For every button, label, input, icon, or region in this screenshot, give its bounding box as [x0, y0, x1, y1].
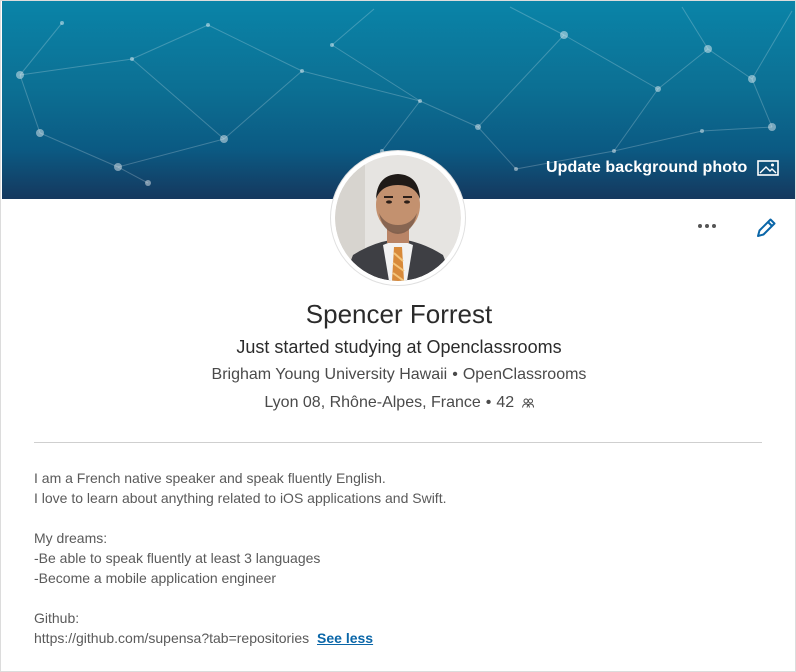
about-line: -Be able to speak fluently at least 3 la…	[34, 550, 321, 566]
about-summary: I am a French native speaker and speak f…	[34, 468, 774, 648]
separator-dot: •	[485, 394, 492, 411]
pencil-icon	[757, 218, 776, 237]
profile-name: Spencer Forrest	[305, 299, 493, 329]
profile-headline: Just started studying at Openclassrooms	[236, 337, 562, 357]
section-divider	[34, 442, 762, 443]
update-background-label: Update background photo	[546, 159, 748, 176]
about-line: -Become a mobile application engineer	[34, 570, 277, 586]
about-line: My dreams:	[34, 530, 108, 546]
about-line	[34, 508, 774, 528]
education-school-2[interactable]: OpenClassrooms	[463, 366, 587, 383]
education-line: Brigham Young University Hawaii • OpenClas…	[1, 366, 796, 384]
see-less-link[interactable]: See less	[317, 630, 373, 646]
ellipsis-dot	[705, 224, 709, 228]
profile-location: Lyon 08, Rhône-Alpes, France	[264, 394, 481, 411]
profile-photo	[335, 155, 461, 281]
ellipsis-dot	[712, 224, 716, 228]
ellipsis-icon	[698, 224, 702, 228]
more-actions-button[interactable]	[693, 215, 721, 237]
avatar[interactable]	[331, 151, 465, 285]
profile-card: Update background photo Spencer Forrest …	[0, 0, 796, 672]
education-school-1[interactable]: Brigham Young University Hawaii	[212, 366, 448, 383]
location-line: Lyon 08, Rhône-Alpes, France • 42	[1, 394, 796, 412]
about-line	[34, 588, 774, 608]
about-line: I am a French native speaker and speak f…	[34, 470, 386, 486]
about-line: Github:	[34, 610, 80, 626]
update-background-photo-button[interactable]: Update background photo	[546, 157, 780, 179]
connections-icon	[521, 398, 534, 408]
connections-count[interactable]: 42	[496, 394, 514, 411]
about-line: I love to learn about anything related t…	[34, 490, 447, 506]
about-github-line: https://github.com/supensa?tab=repositor…	[34, 628, 774, 648]
edit-profile-button[interactable]	[753, 215, 779, 241]
github-url: https://github.com/supensa?tab=repositor…	[34, 630, 310, 646]
image-icon	[757, 160, 780, 176]
separator-dot: •	[452, 366, 458, 383]
